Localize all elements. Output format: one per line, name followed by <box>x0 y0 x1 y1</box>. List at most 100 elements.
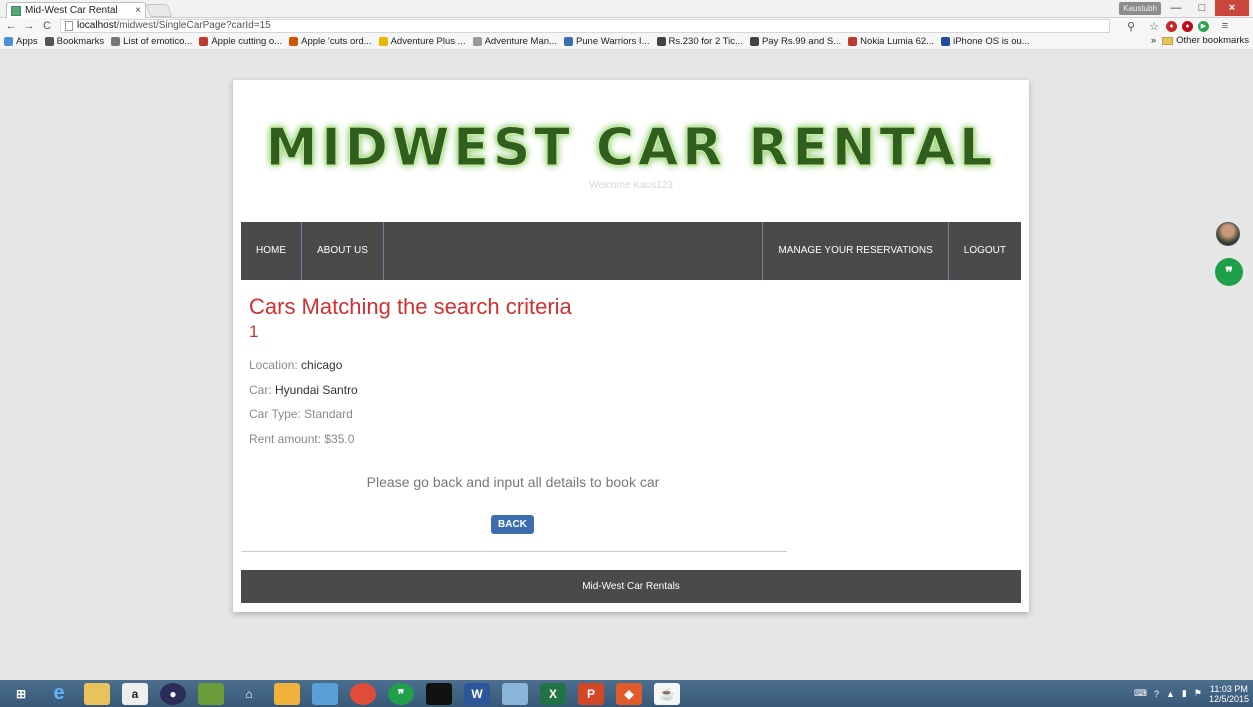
bookmark-item[interactable]: Pune Warriors I... <box>563 36 650 47</box>
bookmark-item[interactable]: Apps <box>4 36 38 47</box>
close-window-button[interactable]: × <box>1215 0 1249 16</box>
bookmark-label: Pune Warriors I... <box>575 36 650 47</box>
bookmark-item[interactable]: Apple 'cuts ord... <box>289 36 372 47</box>
avatar[interactable] <box>1216 222 1240 246</box>
play-icon[interactable]: ▶ <box>1198 20 1209 32</box>
main-navbar: HOME ABOUT US MANAGE YOUR RESERVATIONS L… <box>241 222 1021 280</box>
word-icon[interactable]: W <box>464 682 490 705</box>
maximize-button[interactable]: □ <box>1189 0 1215 16</box>
star-icon <box>44 37 54 46</box>
home-icon[interactable]: ⌂ <box>236 683 262 705</box>
paint-icon[interactable] <box>198 682 224 705</box>
excel-icon[interactable]: X <box>540 682 566 705</box>
chrome-icon[interactable] <box>350 682 376 705</box>
windows-taskbar: ⊞ e a ● ⌂ ❞ W X P ◆ ☕ ⌨ ? ▲ ▮ ⚑ 11:03 PM… <box>0 680 1253 707</box>
bookmark-item[interactable]: Rs.230 for 2 Tic... <box>656 36 743 47</box>
nav-logout[interactable]: LOGOUT <box>949 222 1021 280</box>
clock[interactable]: 11:03 PM 12/5/2015 <box>1209 684 1249 704</box>
tab-close-icon[interactable]: × <box>135 5 141 16</box>
folder-icon <box>1162 36 1174 45</box>
tab-title: Mid-West Car Rental <box>25 5 118 16</box>
car-type-row: Car Type: Standard <box>249 407 353 421</box>
back-arrow-icon[interactable]: ← <box>4 20 18 32</box>
url-path: /midwest/SingleCarPage?carId=15 <box>116 20 271 31</box>
nav-about-us[interactable]: ABOUT US <box>302 222 384 280</box>
bookmark-label: Bookmarks <box>56 36 105 47</box>
site-favicon-icon <box>11 5 21 16</box>
wikipedia-icon <box>111 37 121 46</box>
system-tray: ⌨ ? ▲ ▮ ⚑ 11:03 PM 12/5/2015 <box>1134 680 1249 707</box>
powerpoint-icon[interactable]: P <box>578 682 604 705</box>
bookmark-label: Nokia Lumia 62... <box>860 36 935 47</box>
location-value: chicago <box>301 358 343 372</box>
back-button[interactable]: BACK <box>491 515 534 534</box>
rent-row: Rent amount: $35.0 <box>249 432 354 446</box>
bookmark-item[interactable]: iPhone OS is ou... <box>941 36 1030 47</box>
file-explorer-icon[interactable] <box>84 682 110 705</box>
address-toolbar: ← → C localhost /midwest/SingleCarPage?c… <box>0 18 1253 34</box>
result-count: 1 <box>249 322 259 341</box>
news-icon <box>289 37 299 46</box>
clock-date: 12/5/2015 <box>1208 693 1249 704</box>
bookmark-item[interactable]: Apple cutting o... <box>199 36 282 47</box>
zoom-icon[interactable]: ⚲ <box>1124 20 1138 33</box>
site-footer: Mid-West Car Rentals <box>241 570 1021 603</box>
star-icon[interactable]: ☆ <box>1147 20 1161 33</box>
help-icon[interactable]: ? <box>1154 689 1159 699</box>
bookmark-item[interactable]: Bookmarks <box>44 36 105 47</box>
git-icon[interactable]: ◆ <box>616 682 642 705</box>
divider <box>241 551 787 552</box>
adblock-icon[interactable]: ● <box>1166 20 1177 32</box>
java-icon[interactable]: ☕ <box>654 682 680 705</box>
eclipse-icon[interactable]: ● <box>160 682 186 705</box>
menu-icon[interactable]: ≡ <box>1218 20 1232 32</box>
bookmark-item[interactable]: List of emotico... <box>111 36 192 47</box>
pinterest-icon[interactable]: ● <box>1182 20 1193 32</box>
nav-home[interactable]: HOME <box>241 222 302 280</box>
hangouts-icon[interactable]: ❞ <box>388 682 414 705</box>
bookmark-item[interactable]: Adventure Plus ... <box>378 36 466 47</box>
instruction-message: Please go back and input all details to … <box>366 474 660 490</box>
more-bookmarks-button[interactable]: » <box>1151 35 1156 46</box>
forward-arrow-icon[interactable]: → <box>22 20 36 32</box>
minimize-button[interactable]: — <box>1163 0 1189 16</box>
signal-icon[interactable]: ▲ <box>1166 689 1175 699</box>
other-bookmarks-button[interactable]: Other bookmarks <box>1176 35 1249 46</box>
reload-icon[interactable]: C <box>40 20 54 32</box>
profile-badge[interactable]: Kaustubh <box>1119 2 1161 15</box>
internet-explorer-icon[interactable]: e <box>46 682 72 705</box>
browser-tab[interactable]: Mid-West Car Rental × <box>6 2 146 18</box>
bookmark-label: Adventure Man... <box>484 36 557 47</box>
extension-icons: ⚲ ☆ ● ● ▶ ≡ <box>1120 20 1232 33</box>
news-icon <box>199 37 209 46</box>
terminal-icon[interactable] <box>426 682 452 705</box>
car-row: Car: Hyundai Santro <box>249 383 358 397</box>
amazon-icon[interactable]: a <box>122 682 148 705</box>
ticket-icon <box>749 37 759 46</box>
app-icon[interactable] <box>274 682 300 705</box>
app-icon[interactable] <box>502 682 528 705</box>
bookmark-label: iPhone OS is ou... <box>953 36 1030 47</box>
bookmark-item[interactable]: Nokia Lumia 62... <box>848 36 934 47</box>
rent-value: $35.0 <box>324 432 355 446</box>
hangouts-icon[interactable]: ❞ <box>1215 258 1243 286</box>
clock-time: 11:03 PM <box>1210 683 1248 694</box>
bookmark-item[interactable]: Pay Rs.99 and S... <box>749 36 841 47</box>
welcome-text: Welcome Kaus123 <box>589 180 673 191</box>
bookmark-label: Apple 'cuts ord... <box>301 36 372 47</box>
url-input[interactable]: localhost /midwest/SingleCarPage?carId=1… <box>60 19 1110 33</box>
window-controls: — □ × <box>1163 0 1249 16</box>
nav-manage-reservations[interactable]: MANAGE YOUR RESERVATIONS <box>763 222 949 280</box>
keyboard-icon[interactable]: ⌨ <box>1134 688 1147 699</box>
app-icon[interactable] <box>312 682 338 705</box>
bookmark-item[interactable]: Adventure Man... <box>472 36 557 47</box>
page-icon <box>472 37 482 46</box>
location-label: Location: <box>249 358 302 372</box>
windows-start-icon[interactable]: ⊞ <box>8 683 34 705</box>
site-logo: MIDWEST CAR RENTAL <box>265 118 997 179</box>
flag-icon[interactable]: ⚑ <box>1194 688 1202 699</box>
news-icon <box>848 37 858 46</box>
bookmarks-overflow: » Other bookmarks <box>1151 35 1249 46</box>
battery-icon[interactable]: ▮ <box>1182 688 1187 699</box>
new-tab-button[interactable] <box>145 4 173 17</box>
